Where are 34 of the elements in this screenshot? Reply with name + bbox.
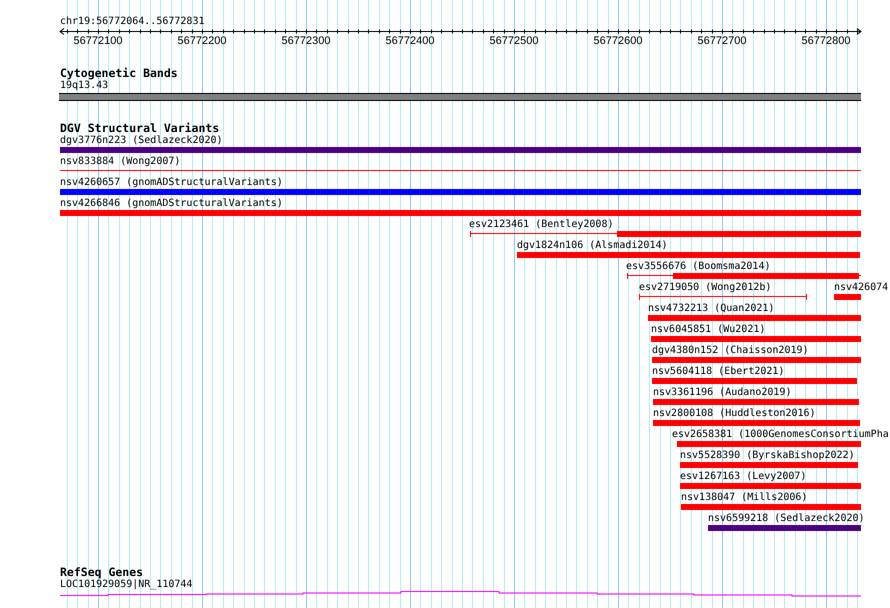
variant-label: nsv833884 (Wong2007) <box>60 156 180 168</box>
track-title: RefSeq Genes <box>60 566 144 579</box>
track-title: DGV Structural Variants <box>60 122 220 135</box>
track-title: Cytogenetic Bands <box>60 67 178 80</box>
variant-label: dgv1824n106 (Alsmadi2014) <box>517 240 668 252</box>
variant-label: dgv4380n152 (Chaisson2019) <box>652 345 809 357</box>
variant-label: esv2719050 (Wong2012b) <box>639 282 772 294</box>
variant-label: nsv138047 (Mills2006) <box>681 492 808 504</box>
variant-label: esv1267163 (Levy2007) <box>680 471 806 483</box>
tick-label: 56772400 <box>386 35 434 47</box>
variant-label: nsv2800108 (Huddleston2016) <box>653 408 816 420</box>
variant-label: nsv4260657 (gnomADStructuralVariants) <box>60 177 283 189</box>
variant-label: esv2123461 (Bentley2008) <box>469 219 614 231</box>
variant-label: nsv4266846 (gnomADStructuralVariants) <box>60 198 283 210</box>
variant-label: nsv6599218 (Sedlazeck2020) <box>708 513 865 525</box>
location-text: chr19:56772064..56772831 <box>60 16 204 28</box>
variant-label: nsv6045851 (Wu2021) <box>651 324 766 336</box>
tick-label: 56772300 <box>282 35 330 47</box>
tick-label: 56772100 <box>74 35 122 47</box>
variant-label: nsv5604118 (Ebert2021) <box>652 366 784 378</box>
gene-label: LOC101929059|NR_110744 <box>60 579 192 591</box>
variant-label: nsv426074 <box>834 282 888 294</box>
tick-label: 56772200 <box>178 35 226 47</box>
variant-label: nsv3361196 (Audano2019) <box>653 387 792 399</box>
variant-label: esv2658381 (1000GenomesConsortiumPha <box>672 429 889 441</box>
variant-label: nsv4732213 (Quan2021) <box>648 303 774 315</box>
variant-label: nsv5528390 (ByrskaBishop2022) <box>680 450 855 462</box>
variant-label: dgv3776n223 (Sedlazeck2020) <box>60 135 223 147</box>
tick-label: 56772500 <box>490 35 538 47</box>
variant-label: esv3556676 (Boomsma2014) <box>626 261 770 273</box>
tick-label: 56772700 <box>698 35 746 47</box>
band-label: 19q13.43 <box>60 80 108 92</box>
tick-label: 56772800 <box>802 35 850 47</box>
tick-label: 56772600 <box>594 35 642 47</box>
